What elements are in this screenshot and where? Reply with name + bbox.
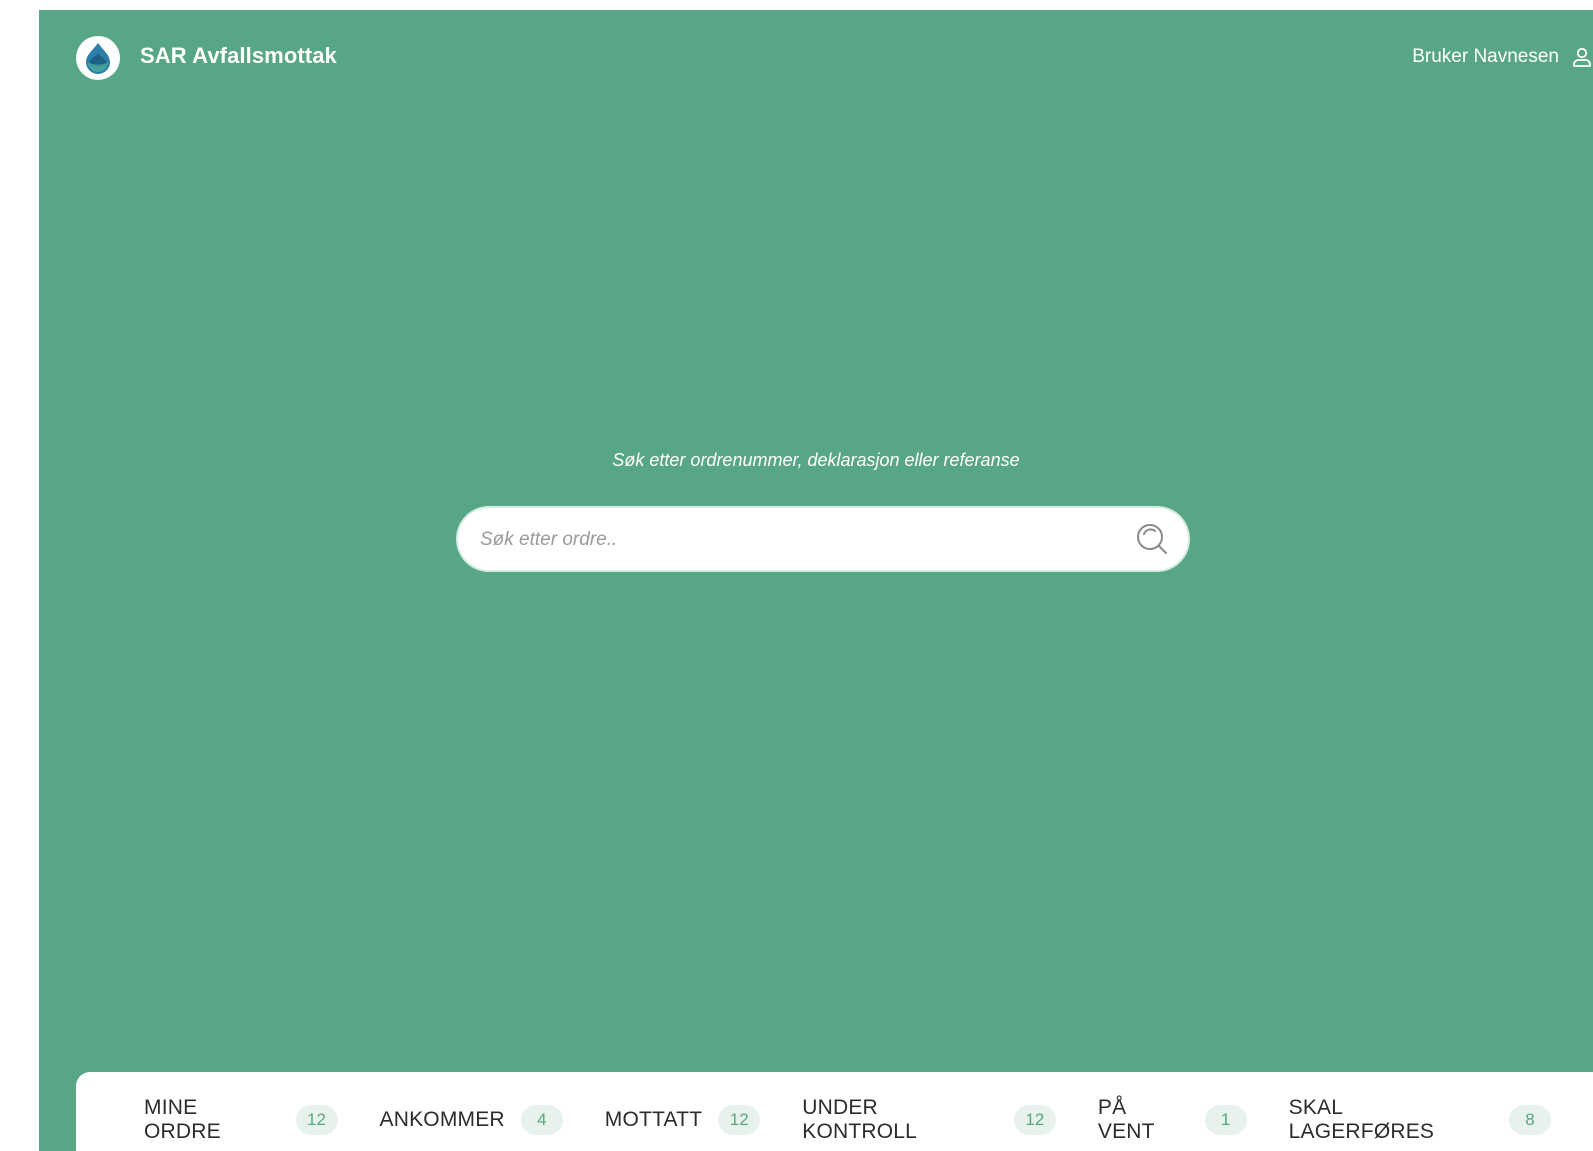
tab-label: MINE ORDRE	[144, 1096, 221, 1143]
tab-count-badge: 4	[520, 1105, 563, 1135]
tab-label: UNDER KONTROLL	[802, 1096, 918, 1143]
search-icon	[1137, 524, 1167, 554]
tab-label: SKAL LAGERFØRES	[1288, 1096, 1435, 1143]
search-hint: Søk etter ordrenummer, deklarasjon eller…	[612, 450, 1020, 470]
tab-mine-ordre[interactable]: MINE ORDRE 12	[144, 1096, 338, 1144]
search-box	[458, 508, 1188, 572]
search-button[interactable]	[1134, 521, 1170, 557]
app-title: SAR Avfallsmottak	[140, 43, 337, 68]
tab-mottatt[interactable]: MOTTATT 12	[604, 1105, 761, 1135]
search-input[interactable]	[478, 508, 1122, 572]
tab-count-badge: 12	[718, 1105, 761, 1135]
logo[interactable]	[76, 36, 120, 80]
tab-count-badge: 12	[295, 1105, 338, 1135]
tab-row: MINE ORDRE 12 ANKOMMER 4 MOTTATT 12 UNDE…	[144, 1096, 1593, 1144]
app-window: SAR Avfallsmottak Bruker Navnesen Søk et…	[39, 10, 1593, 1151]
user-icon[interactable]	[1571, 46, 1593, 68]
tab-count-badge: 1	[1204, 1105, 1247, 1135]
tab-label: MOTTATT	[604, 1108, 703, 1131]
user-menu[interactable]: Bruker Navnesen	[1412, 44, 1593, 70]
tab-pa-vent[interactable]: PÅ VENT 1	[1098, 1096, 1247, 1144]
tab-ankommer[interactable]: ANKOMMER 4	[380, 1105, 563, 1135]
tab-under-kontroll[interactable]: UNDER KONTROLL 12	[802, 1096, 1056, 1144]
order-status-tabs: MINE ORDRE 12 ANKOMMER 4 MOTTATT 12 UNDE…	[76, 1072, 1593, 1151]
tab-count-badge: 12	[1013, 1105, 1056, 1135]
tab-skal-lagerfores[interactable]: SKAL LAGERFØRES 8	[1289, 1096, 1551, 1144]
user-name: Bruker Navnesen	[1412, 46, 1559, 67]
tab-label: PÅ VENT	[1097, 1096, 1155, 1143]
tab-count-badge: 8	[1509, 1105, 1551, 1135]
top-bar: SAR Avfallsmottak Bruker Navnesen	[39, 10, 1593, 106]
water-drop-icon	[79, 39, 117, 77]
tab-label: ANKOMMER	[379, 1108, 505, 1131]
